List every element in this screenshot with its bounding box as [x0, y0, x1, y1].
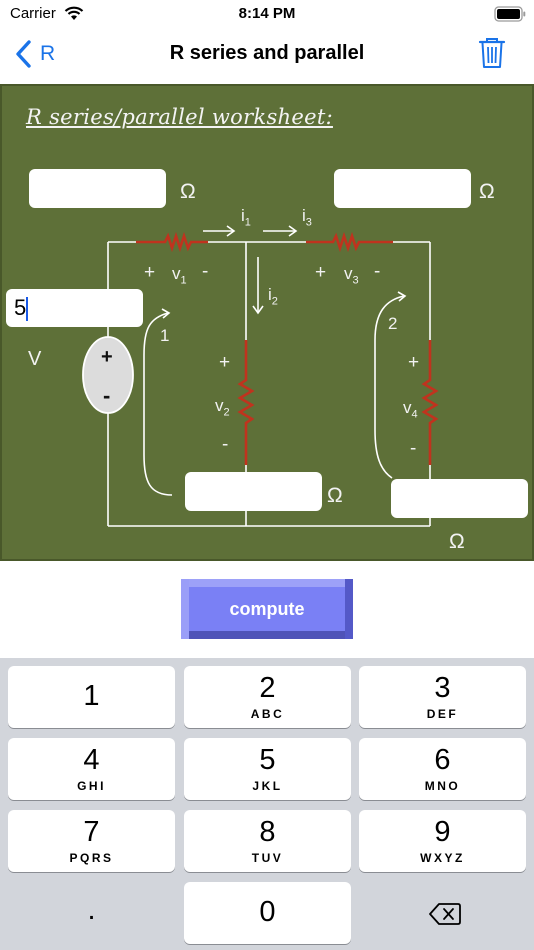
loop1-label: 1 [160, 326, 170, 345]
v2-plus-label: + [219, 352, 231, 373]
compute-button[interactable]: compute [181, 579, 353, 639]
r4-input[interactable] [391, 479, 528, 518]
key-9-letters: WXYZ [420, 851, 465, 865]
key-8-digit: 8 [259, 816, 276, 848]
key-8-letters: TUV [251, 851, 284, 865]
i1-subscript: 1 [244, 216, 251, 229]
key-3[interactable]: 3 DEF [359, 666, 526, 728]
r2-input[interactable] [185, 472, 322, 511]
v3-minus-label: - [374, 261, 381, 282]
r3-input[interactable] [334, 169, 471, 208]
key-0[interactable]: 0 [184, 882, 351, 944]
v3-plus-label: + [315, 262, 327, 283]
key-3-digit: 3 [434, 672, 451, 704]
r1-input[interactable] [29, 169, 166, 208]
key-5[interactable]: 5 JKL [184, 738, 351, 800]
key-4-digit: 4 [83, 744, 100, 776]
r3-unit-label: Ω [479, 180, 495, 203]
v3-letter: v [344, 264, 353, 283]
key-2-letters: ABC [250, 707, 285, 721]
numeric-keypad: 1 2 ABC 3 DEF 4 GHI 5 JKL 6 MNO 7 PQRS 8… [0, 658, 534, 950]
key-9-digit: 9 [434, 816, 451, 848]
resistor-r4 [421, 340, 439, 465]
v3-subscript: 3 [352, 274, 359, 287]
v2-label: v2 [215, 396, 230, 418]
key-8[interactable]: 8 TUV [184, 810, 351, 872]
key-2[interactable]: 2 ABC [184, 666, 351, 728]
v1-letter: v [172, 264, 181, 283]
key-delete[interactable] [359, 882, 526, 944]
key-3-letters: DEF [426, 707, 459, 721]
i2-label: i2 [268, 285, 278, 307]
v1-label: v1 [172, 264, 187, 286]
v2-subscript: 2 [223, 406, 230, 419]
key-0-digit: 0 [259, 896, 276, 928]
i3-subscript: 3 [305, 216, 312, 229]
v4-letter: v [403, 398, 412, 417]
i1-label: i1 [241, 206, 251, 228]
v4-minus-label: - [410, 438, 417, 459]
key-1[interactable]: 1 [8, 666, 175, 728]
v4-plus-label: + [408, 352, 420, 373]
v1-subscript: 1 [180, 274, 187, 287]
v2-minus-label: - [222, 434, 229, 455]
resistor-r1 [136, 231, 208, 253]
key-6-letters: MNO [424, 779, 461, 793]
r4-unit-label: Ω [449, 530, 465, 553]
key-1-digit: 1 [83, 680, 100, 712]
key-7-letters: PQRS [69, 851, 114, 865]
key-5-digit: 5 [259, 744, 276, 776]
v1-plus-label: + [144, 262, 156, 283]
v4-subscript: 4 [411, 408, 418, 421]
backspace-icon [429, 903, 461, 925]
key-9[interactable]: 9 WXYZ [359, 810, 526, 872]
key-decimal-symbol: . [87, 894, 96, 926]
v1-minus-label: - [202, 261, 209, 282]
key-4[interactable]: 4 GHI [8, 738, 175, 800]
v3-label: v3 [344, 264, 359, 286]
source-plus-label: + [101, 346, 113, 368]
v4-label: v4 [403, 398, 418, 420]
key-2-digit: 2 [259, 672, 276, 704]
i2-subscript: 2 [271, 295, 278, 308]
key-4-letters: GHI [77, 779, 106, 793]
r2-unit-label: Ω [327, 484, 343, 507]
r1-unit-label: Ω [180, 180, 196, 203]
key-6-digit: 6 [434, 744, 451, 776]
resistor-r2 [237, 340, 255, 465]
key-7-digit: 7 [83, 816, 100, 848]
loop2-label: 2 [388, 314, 398, 333]
key-6[interactable]: 6 MNO [359, 738, 526, 800]
v2-letter: v [215, 396, 224, 415]
i3-label: i3 [302, 206, 312, 228]
voltage-unit-label: V [28, 348, 42, 370]
source-minus-label: - [103, 383, 111, 408]
resistor-r3 [306, 231, 393, 253]
key-5-letters: JKL [252, 779, 283, 793]
key-7[interactable]: 7 PQRS [8, 810, 175, 872]
key-decimal[interactable]: . [8, 882, 175, 944]
text-cursor [26, 297, 28, 321]
